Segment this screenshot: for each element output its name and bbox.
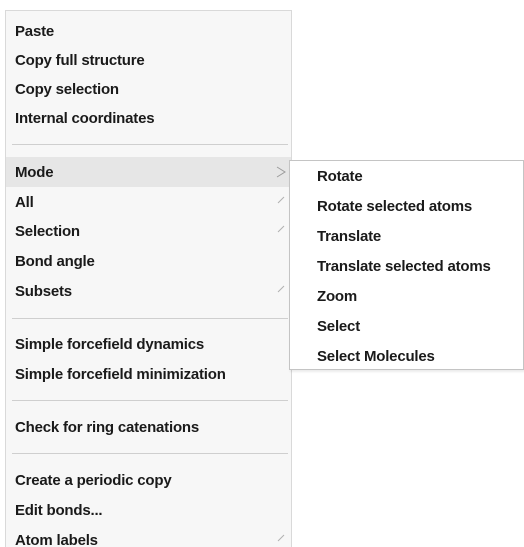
context-menu: Paste Copy full structure Copy selection… <box>5 10 292 547</box>
menu-item-copy-selection[interactable]: Copy selection <box>6 74 291 104</box>
submenu-item-label: Select <box>317 317 360 335</box>
submenu-item-label: Select Molecules <box>317 347 435 365</box>
submenu-arrow-icon <box>277 225 285 233</box>
submenu-item-rotate[interactable]: Rotate <box>290 161 523 191</box>
submenu-item-rotate-selected-atoms[interactable]: Rotate selected atoms <box>290 191 523 221</box>
menu-item-subsets[interactable]: Subsets <box>6 276 291 306</box>
menu-item-label: Create a periodic copy <box>15 471 172 489</box>
submenu-item-label: Rotate selected atoms <box>317 197 473 215</box>
submenu-item-label: Zoom <box>317 287 358 305</box>
submenu-arrow-icon <box>275 165 287 179</box>
submenu-item-label: Translate <box>317 227 382 245</box>
menu-item-label: Edit bonds... <box>15 501 103 519</box>
menu-item-selection[interactable]: Selection <box>6 216 291 246</box>
menu-item-label: Copy selection <box>15 80 119 98</box>
submenu-item-label: Rotate <box>317 167 363 185</box>
menu-separator <box>12 318 288 319</box>
menu-item-create-periodic-copy[interactable]: Create a periodic copy <box>6 465 291 495</box>
submenu-arrow-icon <box>277 285 285 293</box>
menu-item-label: Selection <box>15 222 80 240</box>
menu-item-label: Internal coordinates <box>15 109 155 127</box>
menu-item-label: Subsets <box>15 282 72 300</box>
menu-item-bond-angle[interactable]: Bond angle <box>6 246 291 276</box>
menu-item-label: Simple forcefield minimization <box>15 365 226 383</box>
menu-item-simple-forcefield-dynamics[interactable]: Simple forcefield dynamics <box>6 329 291 359</box>
menu-item-label: Paste <box>15 22 55 40</box>
menu-item-copy-full-structure[interactable]: Copy full structure <box>6 45 291 75</box>
menu-item-all[interactable]: All <box>6 187 291 217</box>
menu-item-label: Bond angle <box>15 252 95 270</box>
menu-item-atom-labels[interactable]: Atom labels <box>6 525 291 547</box>
menu-item-simple-forcefield-minimization[interactable]: Simple forcefield minimization <box>6 359 291 389</box>
submenu-item-select[interactable]: Select <box>290 311 523 341</box>
menu-separator <box>12 453 288 454</box>
menu-item-paste[interactable]: Paste <box>6 16 291 46</box>
menu-item-label: Atom labels <box>15 531 98 547</box>
submenu-item-translate-selected-atoms[interactable]: Translate selected atoms <box>290 251 523 281</box>
menu-item-label: Check for ring catenations <box>15 418 200 436</box>
menu-item-check-ring-catenations[interactable]: Check for ring catenations <box>6 412 291 442</box>
context-menu-screen: Paste Copy full structure Copy selection… <box>0 0 524 547</box>
submenu-item-label: Translate selected atoms <box>317 257 491 275</box>
submenu-arrow-icon <box>277 534 285 542</box>
menu-item-label: All <box>15 193 34 211</box>
menu-item-label: Copy full structure <box>15 51 145 69</box>
mode-submenu: Rotate Rotate selected atoms Translate T… <box>289 160 524 370</box>
submenu-item-select-molecules[interactable]: Select Molecules <box>290 341 523 371</box>
menu-item-internal-coordinates[interactable]: Internal coordinates <box>6 103 291 133</box>
menu-item-label: Mode <box>15 163 54 181</box>
submenu-item-translate[interactable]: Translate <box>290 221 523 251</box>
menu-separator <box>12 144 288 145</box>
submenu-arrow-icon <box>277 196 285 204</box>
menu-item-edit-bonds[interactable]: Edit bonds... <box>6 495 291 525</box>
menu-separator <box>12 400 288 401</box>
menu-item-label: Simple forcefield dynamics <box>15 335 205 353</box>
menu-item-mode[interactable]: Mode <box>6 157 291 187</box>
submenu-item-zoom[interactable]: Zoom <box>290 281 523 311</box>
